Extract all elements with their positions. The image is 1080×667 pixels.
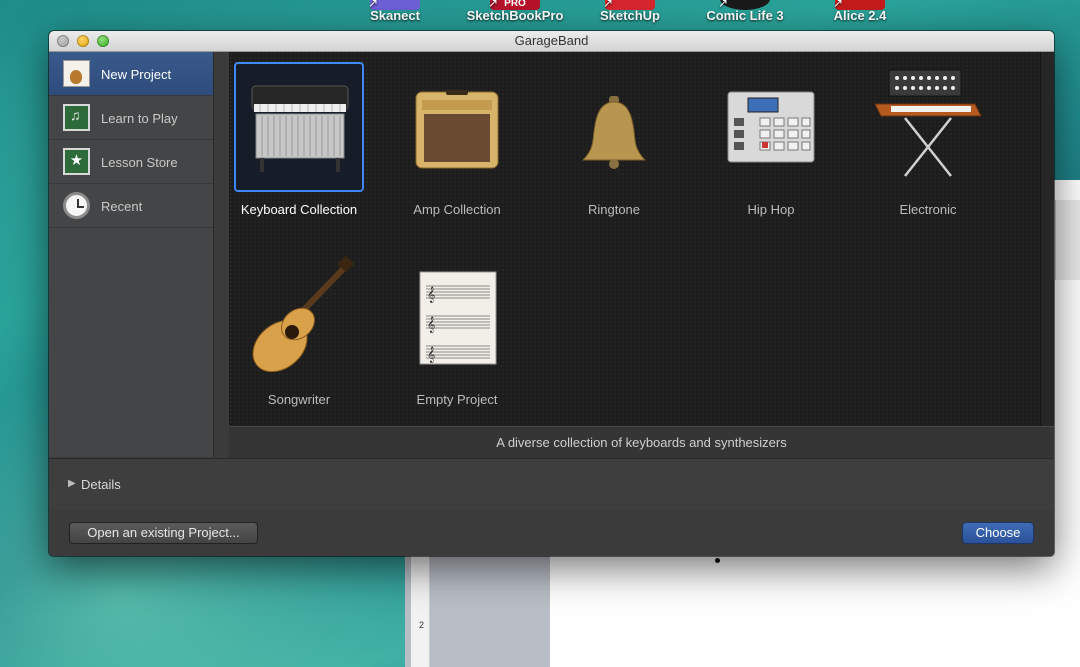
disclosure-triangle-icon[interactable]: ▶ [68, 478, 76, 489]
sidebar-item-label: Lesson Store [101, 155, 178, 170]
desktop-icon-sketchbookpro[interactable]: PRO ↗ SketchBookPro [460, 0, 570, 23]
close-button[interactable] [57, 35, 69, 47]
desktop-icon-skanect[interactable]: ↗ Skanect [340, 0, 450, 23]
open-existing-project-button[interactable]: Open an existing Project... [69, 522, 258, 544]
new-project-icon [63, 60, 90, 87]
choose-button[interactable]: Choose [962, 522, 1034, 544]
details-disclosure[interactable]: ▶ Details [49, 458, 1054, 511]
sidebar-item-recent[interactable]: Recent [49, 184, 213, 228]
template-songwriter[interactable]: Songwriter [229, 252, 369, 407]
sidebar: New Project Learn to Play ★ Lesson Store… [49, 52, 214, 457]
template-thumbnail [392, 62, 522, 192]
template-thumbnail [234, 62, 364, 192]
desktop-icons: ↗ Skanect PRO ↗ SketchBookPro ↗ SketchUp… [340, 0, 1080, 32]
zoom-button[interactable] [97, 35, 109, 47]
alias-arrow-icon: ↗ [833, 0, 844, 10]
sidebar-item-new-project[interactable]: New Project [49, 52, 213, 96]
template-keyboard-collection[interactable]: Keyboard Collection [229, 62, 369, 217]
template-label: Empty Project [416, 392, 498, 407]
template-description: A diverse collection of keyboards and sy… [496, 435, 787, 450]
template-label: Keyboard Collection [240, 202, 358, 217]
recent-clock-icon [63, 192, 90, 219]
template-label: Amp Collection [413, 202, 501, 217]
sidebar-item-label: Recent [101, 199, 143, 214]
alias-arrow-icon: ↗ [603, 0, 614, 10]
alias-arrow-icon: ↗ [368, 0, 379, 10]
template-grid: Keyboard Collection Amp Collection Ringt… [229, 52, 1040, 426]
sidebar-item-learn-to-play[interactable]: Learn to Play [49, 96, 213, 140]
document-toolbar-fragment [1055, 200, 1080, 280]
template-thumbnail [549, 62, 679, 192]
lesson-store-icon: ★ [63, 148, 90, 175]
minimize-button[interactable] [77, 35, 89, 47]
svg-text:𝄞: 𝄞 [427, 287, 435, 303]
template-thumbnail: 𝄞 𝄞 𝄞 [392, 252, 522, 382]
title-bar[interactable]: GarageBand [49, 31, 1054, 52]
template-label: Songwriter [267, 392, 331, 407]
template-amp-collection[interactable]: Amp Collection [387, 62, 527, 217]
details-label: Details [81, 477, 121, 492]
desktop-icon-alice[interactable]: ↗ Alice 2.4 [805, 0, 915, 23]
garageband-window: GarageBand New Project Learn to Play ★ L… [49, 31, 1054, 556]
template-electronic[interactable]: Electronic [858, 62, 998, 217]
template-thumbnail [706, 62, 836, 192]
bell-icon [581, 96, 647, 169]
alias-arrow-icon: ↗ [488, 0, 499, 10]
synthesizer-icon [874, 69, 982, 177]
window-title: GarageBand [514, 33, 589, 48]
template-hip-hop[interactable]: Hip Hop [701, 62, 841, 217]
window-footer: Open an existing Project... Choose [49, 510, 1054, 556]
template-ringtone[interactable]: Ringtone [544, 62, 684, 217]
learn-to-play-icon [63, 104, 90, 131]
electric-piano-icon [251, 85, 349, 172]
template-label: Electronic [899, 202, 957, 217]
svg-text:𝄞: 𝄞 [427, 347, 435, 363]
template-label: Hip Hop [747, 202, 795, 217]
guitar-amp-icon [415, 90, 499, 169]
desktop-icon-comic-life[interactable]: ↗ Comic Life 3 [690, 0, 800, 23]
template-label: Ringtone [587, 202, 641, 217]
template-empty-project[interactable]: 𝄞 𝄞 𝄞 Empty Project [387, 252, 527, 407]
drum-machine-icon [727, 91, 815, 163]
template-grid-scrollbar[interactable] [1040, 52, 1054, 426]
template-description-bar: A diverse collection of keyboards and sy… [229, 426, 1054, 458]
template-thumbnail [863, 62, 993, 192]
svg-text:𝄞: 𝄞 [427, 317, 435, 333]
template-thumbnail [234, 252, 364, 382]
sheet-music-icon: 𝄞 𝄞 𝄞 [419, 271, 497, 365]
sidebar-item-label: New Project [101, 67, 172, 82]
sidebar-item-label: Learn to Play [101, 111, 178, 126]
alias-arrow-icon: ↗ [718, 0, 729, 10]
sidebar-item-lesson-store[interactable]: ★ Lesson Store [49, 140, 213, 184]
bullet-point [715, 558, 720, 563]
acoustic-guitar-icon [252, 255, 355, 373]
desktop-icon-sketchup[interactable]: ↗ SketchUp [575, 0, 685, 23]
